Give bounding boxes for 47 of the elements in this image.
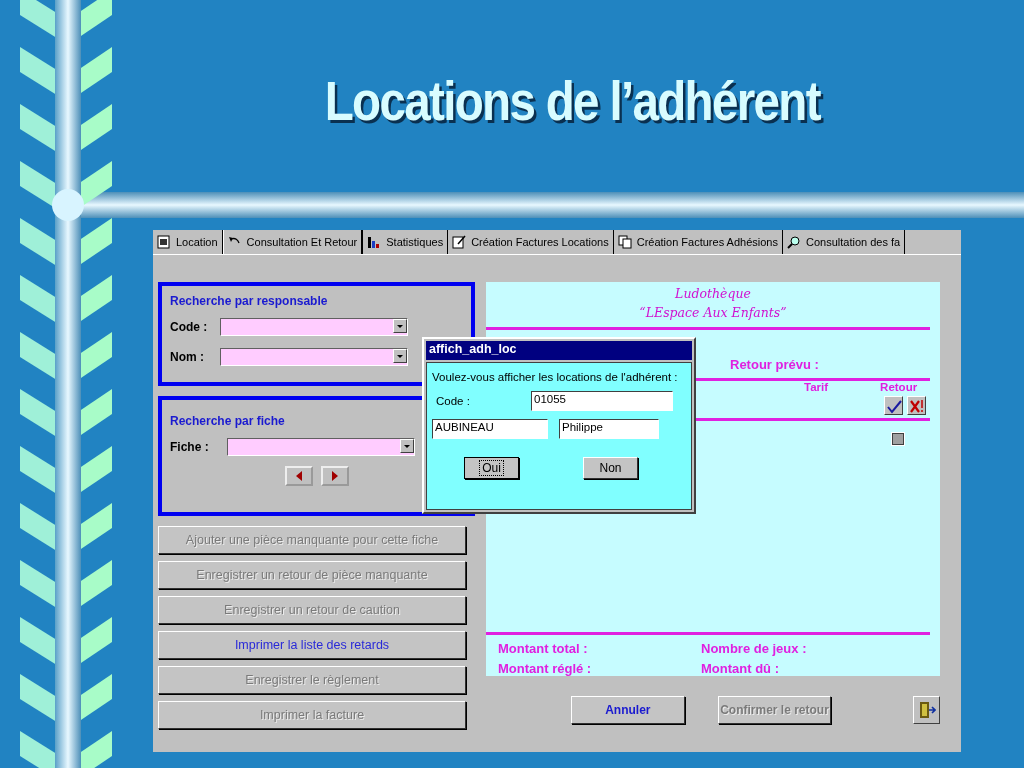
tab[interactable]: Statistiques <box>363 230 449 254</box>
field-label: Nom : <box>170 350 205 364</box>
tab[interactable]: Création Factures Locations <box>448 230 614 254</box>
slide-title: Locations de l’adhérent <box>324 67 820 133</box>
spell-check-button[interactable] <box>884 396 903 415</box>
copy-icon <box>617 235 632 249</box>
exit-button[interactable] <box>913 696 940 724</box>
tab[interactable]: Création Factures Adhésions <box>613 230 783 254</box>
dialog-prompt: Voulez-vous afficher les locations de l'adhérent : <box>432 371 679 383</box>
dropdown-field[interactable] <box>220 318 408 336</box>
footer-button[interactable]: Annuler <box>571 696 685 724</box>
panel-title: Recherche par responsable <box>170 294 329 308</box>
tab[interactable]: Location <box>153 230 223 254</box>
field-label: Fiche : <box>170 440 210 454</box>
total-label: Montant total : <box>498 641 589 656</box>
column-heading: Retour <box>880 381 918 394</box>
total-label: Nombre de jeux : <box>701 641 808 656</box>
dropdown-field[interactable] <box>227 438 415 456</box>
column-heading: Tarif <box>804 381 829 394</box>
previous-button[interactable] <box>284 466 313 486</box>
library-heading: Ludothèque “LEspace Aux Enfants” <box>638 285 788 322</box>
field-label: Code : <box>170 320 209 334</box>
return-label: Retour prévu : <box>730 357 819 372</box>
door-exit-icon <box>917 701 936 719</box>
bar-chart-icon <box>367 235 382 249</box>
cancel-button[interactable] <box>907 396 926 415</box>
checkbox-icon <box>892 433 904 445</box>
first-name-field[interactable]: Philippe <box>559 419 659 439</box>
field-label: Code : <box>435 395 471 407</box>
dialog-button[interactable]: Oui <box>464 457 519 479</box>
cross-mark-icon <box>908 397 925 414</box>
action-button[interactable]: Imprimer la liste des retards <box>158 631 466 659</box>
next-button[interactable] <box>320 466 349 486</box>
dropdown-field[interactable] <box>220 348 408 366</box>
magnifier-icon <box>786 235 801 249</box>
tab[interactable]: Consultation Et Retour <box>222 230 364 254</box>
left-triangle-icon <box>295 471 302 481</box>
right-triangle-icon <box>331 471 338 481</box>
document-icon <box>157 235 171 249</box>
total-label: Montant dû : <box>701 661 780 676</box>
last-name-field[interactable]: AUBINEAU <box>432 419 548 439</box>
dialog-button[interactable]: Non <box>583 457 638 479</box>
tab[interactable]: Consultation des fa <box>782 230 906 254</box>
notepad-icon <box>452 235 467 249</box>
code-field[interactable]: 01055 <box>531 391 673 411</box>
total-label: Montant réglé : <box>498 661 593 676</box>
dialog-title: affich_adh_loc <box>426 341 692 360</box>
